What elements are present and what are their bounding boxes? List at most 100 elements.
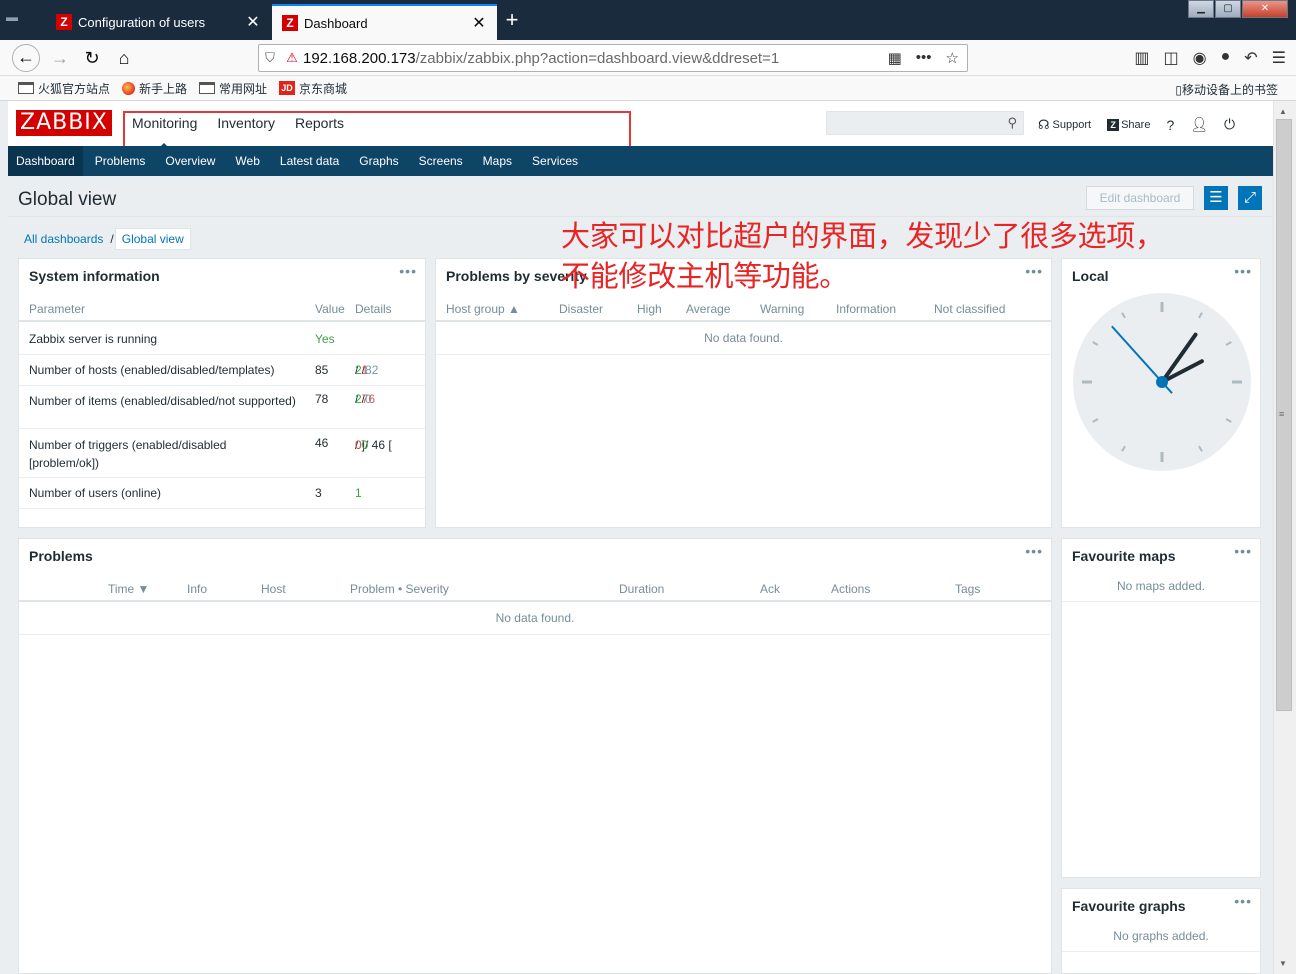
submenu-overview[interactable]: Overview [165, 146, 215, 176]
undo-icon[interactable]: ↶ [1244, 48, 1257, 68]
problem-count: 0 [355, 438, 362, 452]
edit-dashboard-button[interactable]: Edit dashboard [1086, 186, 1194, 210]
bookmark-jd[interactable]: JD 京东商城 [279, 80, 347, 97]
widget-menu-button[interactable]: ••• [399, 263, 417, 279]
widget-menu-button[interactable]: ••• [1234, 263, 1252, 279]
param-cell: Number of users (online) [29, 486, 162, 500]
enabled-count: 2 [355, 363, 362, 377]
widget-menu-button[interactable]: ••• [1234, 893, 1252, 909]
dashboard-list-button[interactable]: ☰ [1204, 186, 1228, 210]
clock-widget: Local ••• [1061, 258, 1261, 528]
close-tab-icon[interactable]: ✕ [245, 12, 261, 32]
share-link[interactable]: Z Share [1107, 118, 1151, 131]
qr-code-icon[interactable]: ▦ [888, 49, 902, 67]
annotation-highlight-box [123, 111, 631, 148]
table-row: Zabbix server is running Yes [19, 324, 425, 355]
library-icon[interactable]: ▥ [1134, 48, 1149, 68]
value-cell: Yes [315, 332, 335, 346]
value-cell: 3 [315, 486, 322, 500]
submenu-dashboard[interactable]: Dashboard [8, 146, 83, 176]
firefox-icon [122, 81, 136, 95]
forward-button[interactable]: → [46, 44, 74, 72]
submenu-web[interactable]: Web [235, 146, 259, 176]
submenu-maps[interactable]: Maps [483, 146, 512, 176]
maximize-button[interactable]: ▢ [1215, 0, 1241, 18]
chat-icon[interactable]: ● [1221, 48, 1231, 68]
menu-icon[interactable]: ☰ [1272, 48, 1286, 68]
breadcrumb-all-dashboards[interactable]: All dashboards [18, 229, 109, 249]
tab-configuration-of-users[interactable]: Z Configuration of users ✕ [46, 4, 271, 40]
no-data-message: No graphs added. [1062, 921, 1260, 952]
folder-icon [18, 82, 34, 94]
problems-widget: Problems ••• Time ▼ Info Host Problem • … [18, 538, 1052, 974]
share-label: Share [1121, 118, 1151, 131]
no-data-message: No data found. [19, 604, 1051, 635]
sidebar-icon[interactable]: ◫ [1163, 48, 1178, 68]
bookmark-firefox-official[interactable]: 火狐官方站点 [18, 80, 110, 97]
online-count: 1 [355, 486, 362, 500]
submenu-screens[interactable]: Screens [419, 146, 463, 176]
table-header: Parameter Value Details [19, 296, 425, 322]
vertical-scrollbar[interactable]: ▲ ≡ ▼ [1273, 101, 1296, 974]
param-cell: Number of hosts (enabled/disabled/templa… [29, 363, 275, 377]
sign-out-icon[interactable]: ⏻ [1224, 116, 1235, 133]
folder-icon [199, 82, 216, 94]
insecure-lock-icon[interactable]: ⚠ [281, 50, 303, 66]
col-time[interactable]: Time ▼ [108, 582, 149, 596]
submenu-latest-data[interactable]: Latest data [280, 146, 339, 176]
tab-dashboard[interactable]: Z Dashboard ✕ [272, 4, 497, 40]
account-icon[interactable]: ◉ [1193, 48, 1207, 68]
system-menu-icon[interactable]: ▬ [6, 10, 26, 28]
breadcrumb-global-view[interactable]: Global view [114, 228, 191, 250]
zabbix-logo[interactable]: ZABBIX [16, 110, 112, 136]
col-value: Value [315, 302, 345, 316]
not-supported-count: 0 [365, 392, 372, 406]
bookmark-getting-started[interactable]: 新手上路 [122, 80, 187, 97]
shield-icon[interactable]: ⛉ [259, 50, 281, 66]
value-cell: 78 [315, 392, 329, 406]
window-controls: ▁ ▢ ✕ [1187, 0, 1288, 18]
widget-title: Favourite graphs [1072, 898, 1186, 914]
scroll-up-icon[interactable]: ▲ [1279, 107, 1287, 116]
url-bar[interactable]: ⛉ ⚠ 192.168.200.173/zabbix/zabbix.php?ac… [258, 44, 968, 72]
widget-menu-button[interactable]: ••• [1025, 543, 1043, 559]
new-tab-button[interactable]: + [500, 8, 524, 32]
url-path: /zabbix/zabbix.php?action=dashboard.view… [415, 49, 780, 67]
mobile-bookmarks[interactable]: ▯移动设备上的书签 [1175, 81, 1278, 98]
support-link[interactable]: ☊ Support [1038, 117, 1091, 133]
user-profile-icon[interactable]: 👤︎ [1190, 116, 1208, 133]
page-actions-icon[interactable]: ••• [916, 49, 932, 67]
widget-title: System information [29, 268, 160, 284]
close-window-button[interactable]: ✕ [1242, 0, 1288, 18]
analog-clock [1073, 293, 1251, 471]
scroll-down-icon[interactable]: ▼ [1279, 959, 1287, 968]
col-host-group[interactable]: Host group ▲ [446, 302, 520, 316]
help-link[interactable]: ? [1166, 117, 1174, 133]
fullscreen-button[interactable]: ⤢ [1238, 186, 1262, 210]
page-title: Global view [18, 189, 117, 210]
details-cell: 0 / 46 [0 / 0] [355, 438, 392, 452]
search-icon[interactable]: ⚲ [1007, 115, 1017, 131]
tab-label: Configuration of users [78, 14, 206, 30]
param-cell: Number of triggers (enabled/disabled [pr… [29, 438, 227, 470]
favourite-maps-widget: Favourite maps ••• No maps added. [1061, 538, 1261, 878]
ok-count: 0 [361, 438, 369, 452]
submenu-problems[interactable]: Problems [95, 146, 146, 176]
minimize-button[interactable]: ▁ [1188, 0, 1214, 18]
bookmark-star-icon[interactable]: ☆ [946, 49, 959, 67]
col-host[interactable]: Host [261, 582, 286, 596]
submenu-services[interactable]: Services [532, 146, 578, 176]
problems-by-severity-widget: Problems by severity ••• Host group ▲ Di… [435, 258, 1052, 528]
header-links: ☊ Support Z Share ? 👤︎ ⏻ [1038, 116, 1251, 133]
submenu-graphs[interactable]: Graphs [359, 146, 398, 176]
col-parameter: Parameter [29, 302, 86, 316]
close-tab-icon[interactable]: ✕ [471, 13, 487, 33]
home-button[interactable]: ⌂ [110, 44, 138, 72]
reload-button[interactable]: ↻ [78, 44, 106, 72]
bookmark-common-sites[interactable]: 常用网址 [199, 80, 267, 97]
col-problem-severity[interactable]: Problem • Severity [350, 582, 449, 596]
search-input[interactable]: ⚲ [826, 111, 1024, 135]
widget-menu-button[interactable]: ••• [1234, 543, 1252, 559]
back-button[interactable]: ← [12, 44, 40, 72]
col-details: Details [355, 302, 392, 316]
